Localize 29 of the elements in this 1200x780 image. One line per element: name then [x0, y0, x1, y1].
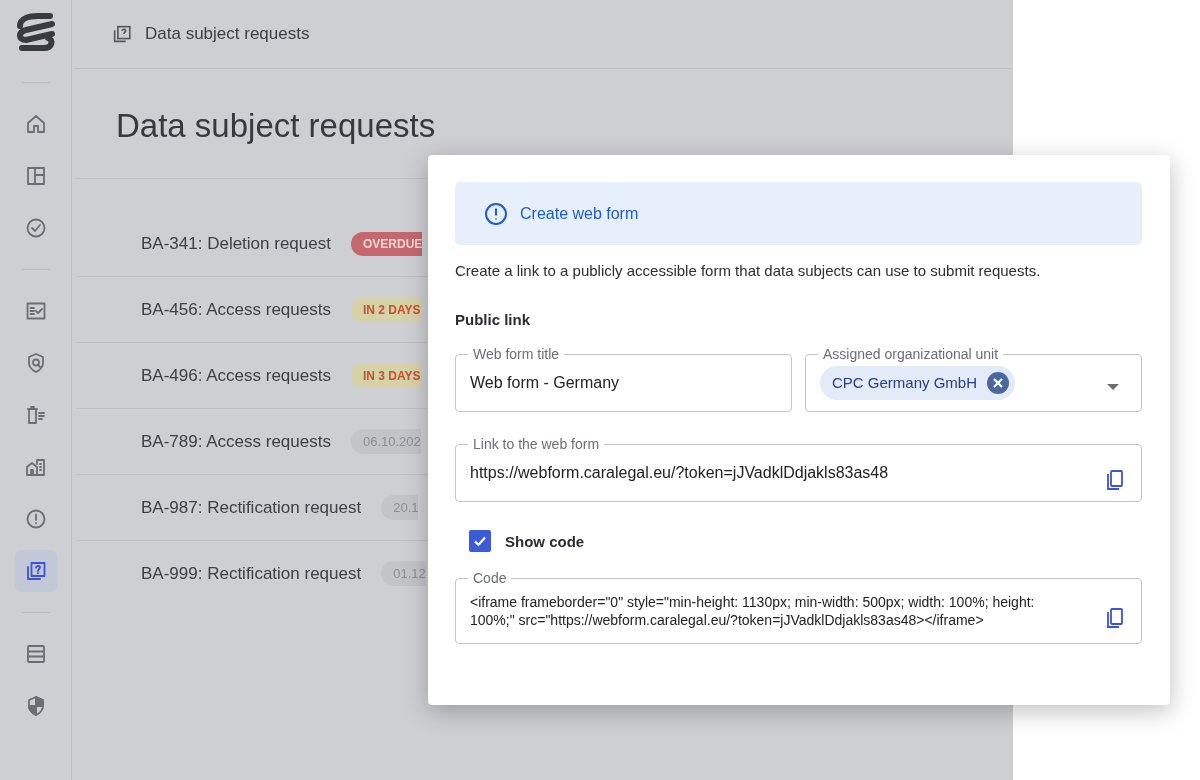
unit-select[interactable]: Assigned organizational unit CPC Germany GmbH	[805, 346, 1142, 412]
request-name[interactable]: BA-789: Access requests	[141, 431, 331, 452]
status-badge: OVERDUE	[350, 231, 423, 256]
checkbox-label: Show code	[505, 532, 585, 550]
link-field[interactable]: Link to the web form https://webform.caralegal.eu/?token=jJVadklDdjakls83as48	[455, 436, 1142, 502]
banner-text: Create web form	[520, 204, 639, 223]
status-badge: IN 3 DAYS	[350, 363, 421, 388]
request-name[interactable]: BA-987: Rectification request	[141, 497, 362, 518]
field-label: Link to the web form	[472, 436, 601, 452]
requests-icon[interactable]	[14, 550, 57, 592]
request-name[interactable]: BA-999: Rectification request	[141, 563, 362, 584]
title-field[interactable]: Web form title Web form - Germany	[455, 346, 792, 412]
field-label: Web form title	[472, 346, 561, 362]
remove-icon[interactable]	[987, 371, 1010, 394]
code-field[interactable]: Code <iframe frameborder="0" style="min-height: 1130px; min-width: 500px; width: 100%; height: 100%;" src="https://webform.caralegal.eu/?token=jJVadklDdjakls83as48></iframe>	[455, 570, 1142, 644]
field-label: Code	[472, 570, 508, 586]
checkbox[interactable]	[469, 530, 491, 552]
request-name[interactable]: BA-341: Deletion request	[141, 233, 331, 254]
breadcrumb[interactable]: Data subject requests	[145, 24, 310, 44]
section-heading: Public link	[455, 311, 531, 328]
requests-icon	[111, 23, 133, 45]
info-icon	[484, 201, 508, 226]
field-label: Assigned organizational unit	[822, 346, 1000, 362]
request-name[interactable]: BA-496: Access requests	[141, 365, 331, 386]
description: Create a link to a publicly accessible form that data subjects can use to submit requests.	[455, 262, 1042, 279]
caret-icon[interactable]	[1107, 384, 1119, 390]
chip-label: CPC Germany GmbH	[832, 374, 978, 391]
status-badge: IN 2 DAYS	[350, 297, 421, 322]
request-name[interactable]: BA-456: Access requests	[141, 299, 331, 320]
